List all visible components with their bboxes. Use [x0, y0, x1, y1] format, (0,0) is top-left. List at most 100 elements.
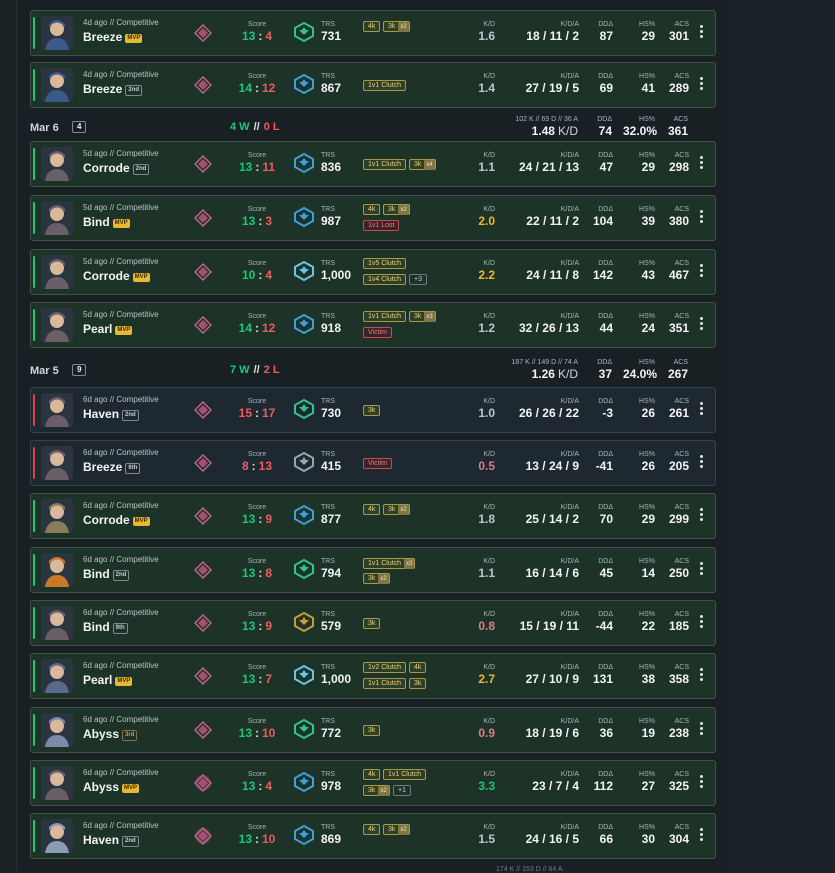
dd-label: DDΔ [598, 504, 613, 511]
more-options-icon[interactable] [697, 400, 705, 420]
trs-block: TRS 579 [321, 611, 341, 633]
score-team: 13 [238, 160, 253, 174]
score-team: 8 [241, 459, 249, 473]
more-options-icon[interactable] [697, 262, 705, 282]
more-options-icon[interactable] [697, 23, 705, 43]
highlight-tag[interactable]: 3k [363, 725, 381, 736]
highlight-tag[interactable]: 1v1 Clutch [363, 678, 407, 689]
highlight-tag[interactable]: Victim [363, 327, 392, 338]
map-name-text: Bind [83, 567, 110, 581]
match-row[interactable]: 5d ago // Competitive Bind MVP Score 13:3 TRS… [30, 195, 716, 241]
more-options-icon[interactable] [697, 773, 705, 793]
agent-avatar [41, 553, 73, 587]
highlight-tag[interactable]: 3k x2 [363, 573, 390, 584]
match-row[interactable]: 5d ago // Competitive Corrode MVP Score 10:4… [30, 249, 716, 295]
highlight-tag[interactable]: 1v1 Clutch [383, 769, 427, 780]
score-label: Score [247, 824, 267, 831]
match-row[interactable]: 6d ago // Competitive Haven 2nd Score 15:17 T… [30, 387, 716, 433]
highlight-tag[interactable]: 4k [363, 824, 381, 835]
highlight-tag[interactable]: 3k x3 [409, 311, 436, 322]
match-row[interactable]: 6d ago // Competitive Breeze 6th Score 8:13 T… [30, 440, 716, 486]
match-row[interactable]: 6d ago // Competitive Bind 9th Score 13:9 TRS… [30, 600, 716, 646]
map-name: Corrode MVP [83, 269, 150, 283]
map-name: Corrode MVP [83, 513, 150, 527]
match-row[interactable]: 6d ago // Competitive Abyss 3rd Score 13:10 T… [30, 707, 716, 753]
score-enemy: 9 [265, 512, 273, 526]
highlight-tag[interactable]: 1v1 Clutch x3 [363, 558, 416, 569]
match-row[interactable]: 4d ago // Competitive Breeze MVP Score 13:4 T… [30, 10, 716, 56]
placement-badge: MVP [122, 784, 140, 793]
match-row[interactable]: 6d ago // Competitive Pearl MVP Score 13:7 TR… [30, 653, 716, 699]
score-enemy: 12 [262, 81, 276, 95]
highlight-tags: 4k 3k x2 [363, 494, 473, 540]
score-separator: : [251, 459, 256, 473]
highlight-tags: 4k 1v1 Clutch 3k x2 +1 [363, 761, 473, 807]
more-options-icon[interactable] [697, 560, 705, 580]
highlight-tag[interactable]: 1v1 Lost [363, 220, 400, 231]
highlight-tag[interactable]: 1v1 Clutch [363, 311, 407, 322]
more-options-icon[interactable] [697, 208, 705, 228]
kda-block: K/D/A 24 / 16 / 5 [503, 824, 579, 846]
trs-rank-icon [293, 771, 315, 793]
score-block: Score 14:12 [231, 73, 283, 95]
kd-value: 2.7 [478, 672, 495, 686]
highlight-tag[interactable]: 3k x4 [409, 159, 436, 170]
highlight-text: 1v4 Clutch [368, 276, 402, 283]
more-options-icon[interactable] [697, 315, 705, 335]
highlight-tag[interactable]: Victim [363, 458, 392, 469]
more-options-icon[interactable] [697, 720, 705, 740]
match-row[interactable]: 5d ago // Competitive Corrode 2nd Score 13:1… [30, 141, 716, 187]
hs-label: HS% [639, 611, 655, 618]
acs-value: 289 [668, 81, 689, 95]
highlight-tag[interactable]: 4k [363, 204, 381, 215]
highlight-tag[interactable]: 3k x2 [363, 785, 390, 796]
more-options-icon[interactable] [697, 826, 705, 846]
match-row[interactable]: 6d ago // Competitive Abyss MVP Score 13:4 TR… [30, 760, 716, 806]
dd-block: DDΔ -44 [583, 611, 613, 633]
day-kda-totals: 102 K // 69 D // 36 A [515, 116, 578, 123]
match-row[interactable]: 6d ago // Competitive Corrode MVP Score 13:9… [30, 493, 716, 539]
more-options-icon[interactable] [697, 75, 705, 95]
acs-value: 299 [668, 512, 689, 526]
highlight-tag[interactable]: 3k x2 [383, 824, 410, 835]
highlight-tag[interactable]: 1v4 Clutch [363, 274, 407, 285]
highlight-tag[interactable]: 4k [409, 662, 427, 673]
trs-label: TRS [321, 313, 335, 320]
highlight-tag[interactable]: 4k [363, 504, 381, 515]
highlight-tag[interactable]: 3k [363, 405, 381, 416]
more-options-icon[interactable] [697, 506, 705, 526]
match-row[interactable]: 5d ago // Competitive Pearl MVP Score 14:12 T… [30, 302, 716, 348]
more-options-icon[interactable] [697, 154, 705, 174]
score-block: Score 13:4 [231, 771, 283, 793]
highlight-tag[interactable]: 4k [363, 769, 381, 780]
more-options-icon[interactable] [697, 453, 705, 473]
match-row[interactable]: 4d ago // Competitive Breeze 2nd Score 14:12… [30, 62, 716, 108]
highlight-tag[interactable]: 1v1 Clutch [363, 80, 407, 91]
match-row[interactable]: 6d ago // Competitive Bind 2nd Score 13:8 TRS… [30, 547, 716, 593]
match-row[interactable]: 6d ago // Competitive Haven 2nd Score 13:10 T… [30, 813, 716, 859]
map-name: Haven 2nd [83, 833, 139, 847]
highlight-tag[interactable]: 3k [409, 678, 427, 689]
more-options-icon[interactable] [697, 613, 705, 633]
highlight-tag[interactable]: 3k x2 [383, 21, 410, 32]
highlight-tag[interactable]: 3k [363, 618, 381, 629]
score-block: Score 14:12 [231, 313, 283, 335]
highlight-text: 4k [414, 664, 422, 671]
highlight-tag[interactable]: 1v1 Clutch [363, 159, 407, 170]
more-options-icon[interactable] [697, 666, 705, 686]
highlight-tag[interactable]: +1 [393, 785, 411, 796]
day-hs-value: 24.0% [623, 367, 658, 381]
highlight-tag[interactable]: 3k x2 [383, 204, 410, 215]
trs-rank-icon [293, 611, 315, 633]
highlight-tag[interactable]: +3 [409, 274, 427, 285]
highlight-tag[interactable]: 1v5 Clutch [363, 258, 407, 269]
dd-value: -3 [602, 406, 613, 420]
highlight-tag[interactable]: 4k [363, 21, 381, 32]
hs-label: HS% [639, 771, 655, 778]
highlight-tag[interactable]: 1v2 Clutch [363, 662, 407, 673]
acs-value: 298 [668, 160, 689, 174]
highlight-tag[interactable]: 3k x2 [383, 504, 410, 515]
score-separator: : [258, 512, 263, 526]
dd-value: 112 [593, 779, 613, 793]
highlight-text: 1v1 Clutch [368, 82, 402, 89]
